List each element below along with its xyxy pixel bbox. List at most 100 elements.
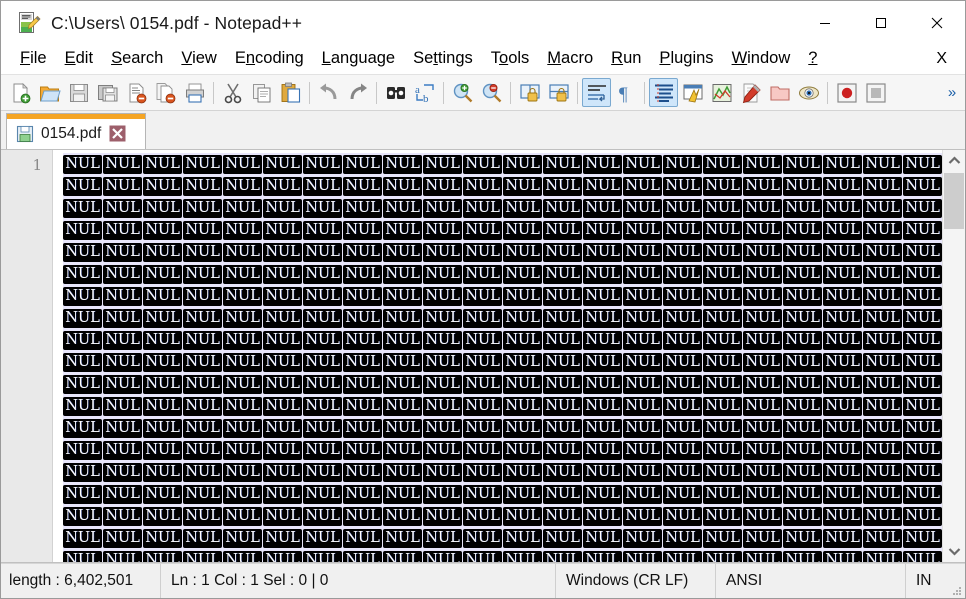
paste-icon[interactable] [276, 78, 305, 107]
maximize-button[interactable] [853, 1, 909, 45]
nul-control-char: NUL [743, 462, 782, 482]
scroll-down-button[interactable] [943, 541, 965, 562]
saved-file-icon [15, 124, 35, 144]
start-record-macro-icon[interactable] [832, 78, 861, 107]
code-content[interactable]: NUL NUL NUL NUL NUL NUL NUL NUL NUL NUL NUL NUL NUL N… [63, 150, 942, 562]
document-map-icon[interactable] [707, 78, 736, 107]
save-all-icon[interactable] [93, 78, 122, 107]
close-file-icon[interactable] [122, 78, 151, 107]
code-line[interactable]: NUL NUL NUL NUL NUL NUL NUL NUL NUL NUL NUL NUL NUL N… [63, 373, 942, 395]
menu-macro[interactable]: Macro [538, 47, 602, 71]
nul-control-char: NUL [623, 550, 662, 562]
redo-icon[interactable] [343, 78, 372, 107]
nul-control-char: NUL [783, 352, 822, 372]
nul-control-char: NUL [303, 286, 342, 306]
code-line[interactable]: NUL NUL NUL NUL NUL NUL NUL NUL NUL NUL NUL NUL NUL N… [63, 153, 942, 175]
toolbar-overflow-button[interactable]: » [939, 78, 965, 107]
menu-plugins[interactable]: Plugins [650, 47, 722, 71]
code-line[interactable]: NUL NUL NUL NUL NUL NUL NUL NUL NUL NUL NUL NUL NUL N… [63, 307, 942, 329]
close-button[interactable] [909, 1, 965, 45]
menu-settings[interactable]: Settings [404, 47, 482, 71]
find-icon[interactable] [381, 78, 410, 107]
menu-search[interactable]: Search [102, 47, 172, 71]
stop-record-macro-icon[interactable] [861, 78, 890, 107]
code-line[interactable]: NUL NUL NUL NUL NUL NUL NUL NUL NUL NUL NUL NUL NUL N… [63, 197, 942, 219]
scrollbar-track[interactable] [943, 171, 965, 541]
menu-help[interactable]: ? [799, 47, 826, 71]
toolbar-separator [577, 81, 578, 104]
nul-control-char: NUL [783, 506, 822, 526]
nul-control-char: NUL [103, 374, 142, 394]
tab-close-icon[interactable] [109, 125, 126, 142]
status-eol[interactable]: Windows (CR LF) [556, 564, 716, 598]
nul-control-char: NUL [143, 484, 182, 504]
nul-control-char: NUL [303, 484, 342, 504]
code-line[interactable]: NUL NUL NUL NUL NUL NUL NUL NUL NUL NUL NUL NUL NUL N… [63, 285, 942, 307]
menu-edit[interactable]: Edit [56, 47, 102, 71]
resize-grip[interactable] [950, 583, 962, 595]
fold-margin[interactable] [53, 150, 63, 562]
copy-icon[interactable] [247, 78, 276, 107]
code-line[interactable]: NUL NUL NUL NUL NUL NUL NUL NUL NUL NUL NUL NUL NUL N… [63, 329, 942, 351]
status-insert-mode[interactable]: IN [906, 564, 942, 598]
menu-window[interactable]: Window [723, 47, 800, 71]
notepadpp-icon [17, 11, 41, 35]
active-tab-accent [7, 114, 145, 119]
indent-guide-icon[interactable] [649, 78, 678, 107]
nul-control-char: NUL [463, 462, 502, 482]
undo-icon[interactable] [314, 78, 343, 107]
code-line[interactable]: NUL NUL NUL NUL NUL NUL NUL NUL NUL NUL NUL NUL NUL N… [63, 175, 942, 197]
sync-vertical-scroll-icon[interactable] [515, 78, 544, 107]
code-line[interactable]: NUL NUL NUL NUL NUL NUL NUL NUL NUL NUL NUL NUL NUL N… [63, 549, 942, 562]
tab-0154-pdf[interactable]: 0154.pdf [6, 113, 146, 149]
open-file-icon[interactable] [35, 78, 64, 107]
menu-view[interactable]: View [172, 47, 225, 71]
cut-icon[interactable] [218, 78, 247, 107]
code-line[interactable]: NUL NUL NUL NUL NUL NUL NUL NUL NUL NUL NUL NUL NUL N… [63, 505, 942, 527]
code-line[interactable]: NUL NUL NUL NUL NUL NUL NUL NUL NUL NUL NUL NUL NUL N… [63, 461, 942, 483]
code-line[interactable]: NUL NUL NUL NUL NUL NUL NUL NUL NUL NUL NUL NUL NUL N… [63, 351, 942, 373]
menu-encoding[interactable]: Encoding [226, 47, 313, 71]
status-encoding[interactable]: ANSI [716, 564, 906, 598]
nul-control-char: NUL [863, 198, 902, 218]
menu-run[interactable]: Run [602, 47, 650, 71]
code-line[interactable]: NUL NUL NUL NUL NUL NUL NUL NUL NUL NUL NUL NUL NUL N… [63, 527, 942, 549]
code-line[interactable]: NUL NUL NUL NUL NUL NUL NUL NUL NUL NUL NUL NUL NUL N… [63, 263, 942, 285]
nul-control-char: NUL [343, 242, 382, 262]
function-list-icon[interactable] [736, 78, 765, 107]
menu-tools[interactable]: Tools [482, 47, 539, 71]
code-line[interactable]: NUL NUL NUL NUL NUL NUL NUL NUL NUL NUL NUL NUL NUL N… [63, 241, 942, 263]
show-all-characters-icon[interactable]: ¶ [611, 78, 640, 107]
nul-control-char: NUL [823, 484, 862, 504]
zoom-in-icon[interactable] [448, 78, 477, 107]
code-line[interactable]: NUL NUL NUL NUL NUL NUL NUL NUL NUL NUL NUL NUL NUL N… [63, 439, 942, 461]
vertical-scrollbar[interactable] [942, 150, 965, 562]
nul-control-char: NUL [583, 264, 622, 284]
minimize-button[interactable] [797, 1, 853, 45]
menu-file[interactable]: File [11, 47, 56, 71]
close-document-button[interactable]: X [928, 48, 957, 71]
word-wrap-icon[interactable] [582, 78, 611, 107]
close-all-files-icon[interactable] [151, 78, 180, 107]
scroll-up-button[interactable] [943, 150, 965, 171]
zoom-out-icon[interactable] [477, 78, 506, 107]
code-line[interactable]: NUL NUL NUL NUL NUL NUL NUL NUL NUL NUL NUL NUL NUL N… [63, 417, 942, 439]
replace-icon[interactable]: a b [410, 78, 439, 107]
print-icon[interactable] [180, 78, 209, 107]
nul-control-char: NUL [863, 374, 902, 394]
sync-horizontal-scroll-icon[interactable] [544, 78, 573, 107]
nul-control-char: NUL [903, 528, 942, 548]
scrollbar-thumb[interactable] [944, 173, 964, 229]
code-line[interactable]: NUL NUL NUL NUL NUL NUL NUL NUL NUL NUL NUL NUL NUL N… [63, 395, 942, 417]
monitoring-icon[interactable] [794, 78, 823, 107]
folder-as-workspace-icon[interactable] [765, 78, 794, 107]
editor-area[interactable]: 1 NUL NUL NUL NUL NUL NUL NUL NUL NUL NUL NUL NUL NU… [1, 150, 965, 563]
menu-language[interactable]: Language [313, 47, 404, 71]
save-icon[interactable] [64, 78, 93, 107]
code-line[interactable]: NUL NUL NUL NUL NUL NUL NUL NUL NUL NUL NUL NUL NUL N… [63, 219, 942, 241]
nul-control-char: NUL [463, 176, 502, 196]
user-defined-dialog-icon[interactable] [678, 78, 707, 107]
nul-control-char: NUL [623, 352, 662, 372]
new-file-icon[interactable] [6, 78, 35, 107]
code-line[interactable]: NUL NUL NUL NUL NUL NUL NUL NUL NUL NUL NUL NUL NUL N… [63, 483, 942, 505]
